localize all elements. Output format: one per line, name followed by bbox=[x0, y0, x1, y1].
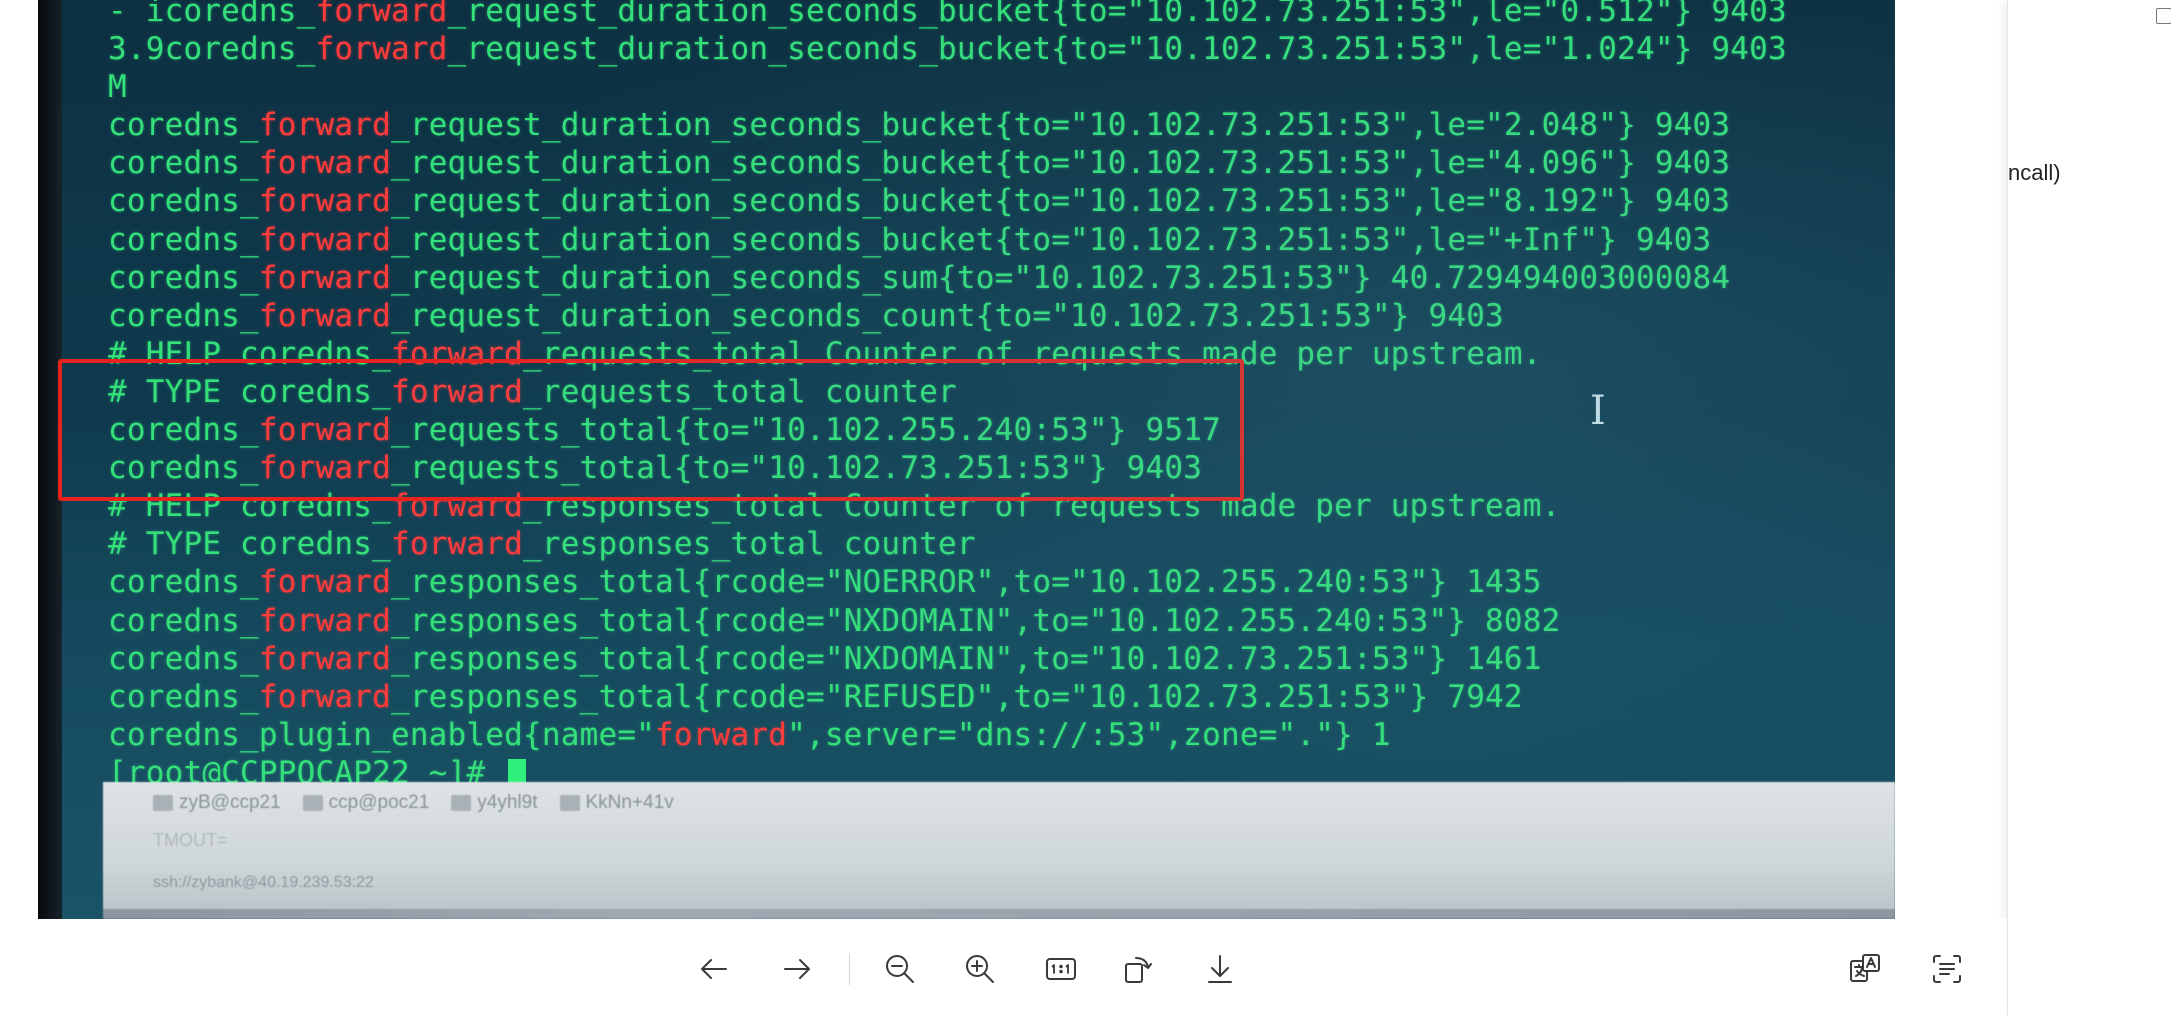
search-highlight: forward bbox=[258, 297, 391, 334]
forward-button[interactable] bbox=[775, 947, 819, 991]
screenshot-photo: - icoredns_forward_request_duration_seco… bbox=[38, 0, 1895, 919]
terminal-text: _request_duration_seconds_sum{to="10.102… bbox=[390, 259, 1731, 296]
session-tab[interactable]: zyB@ccp21 bbox=[153, 792, 281, 814]
terminal-text: coredns_ bbox=[108, 259, 259, 296]
extract-text-icon bbox=[1933, 955, 1961, 983]
terminal-text: _request_duration_seconds_bucket{to="10.… bbox=[390, 145, 1731, 182]
session-tab[interactable]: KkNn+41v bbox=[559, 792, 674, 814]
terminal-text: coredns_ bbox=[108, 564, 259, 601]
highlight-annotation-box bbox=[58, 359, 1244, 501]
search-highlight: forward bbox=[390, 526, 524, 563]
terminal-line: coredns_plugin_enabled{name="forward",se… bbox=[108, 716, 1888, 754]
side-panel-text: ncall) bbox=[2008, 160, 2061, 185]
terminal-text: coredns_ bbox=[108, 297, 259, 334]
panel-corner-icon[interactable] bbox=[2156, 8, 2171, 24]
terminal-text: 3.9coredns_ bbox=[108, 31, 316, 68]
terminal-text: - icoredns_ bbox=[108, 0, 316, 29]
search-highlight: forward bbox=[258, 145, 391, 182]
terminal-line: 3.9coredns_forward_request_duration_seco… bbox=[108, 30, 1888, 68]
terminal-text: coredns_ bbox=[108, 221, 259, 258]
terminal-text: coredns_ bbox=[108, 602, 259, 639]
zoom-out-icon bbox=[886, 955, 914, 983]
terminal-text: coredns_ bbox=[108, 183, 259, 220]
zoom-out-button[interactable] bbox=[878, 947, 922, 991]
terminal-line: coredns_forward_request_duration_seconds… bbox=[108, 106, 1888, 144]
search-highlight: forward bbox=[258, 602, 391, 639]
rotate-button[interactable] bbox=[1117, 947, 1161, 991]
search-highlight: forward bbox=[315, 0, 448, 29]
back-button[interactable] bbox=[692, 947, 736, 991]
search-highlight: forward bbox=[258, 640, 391, 677]
search-highlight: forward bbox=[258, 107, 391, 144]
translate-icon bbox=[1850, 954, 1880, 982]
terminal-line: coredns_forward_request_duration_seconds… bbox=[108, 259, 1888, 297]
terminal-client-strip: zyB@ccp21 ccp@poc21 y4yhl9t KkNn+41v TMO… bbox=[103, 782, 1895, 919]
folder-icon bbox=[153, 795, 173, 811]
terminal-text: _request_duration_seconds_bucket{to="10.… bbox=[390, 183, 1731, 220]
terminal-text: ",server="dns://:53",zone="."} 1 bbox=[787, 716, 1391, 753]
search-highlight: forward bbox=[258, 183, 391, 220]
zoom-in-button[interactable] bbox=[958, 947, 1002, 991]
zoom-in-icon bbox=[966, 955, 994, 983]
download-button[interactable] bbox=[1198, 947, 1242, 991]
terminal-line: coredns_forward_responses_total{rcode="N… bbox=[108, 563, 1888, 601]
sub-label: TMOUT= bbox=[153, 830, 228, 850]
terminal-text: _request_duration_seconds_bucket{to="10.… bbox=[447, 31, 1787, 68]
terminal-line: coredns_forward_responses_total{rcode="N… bbox=[108, 640, 1888, 678]
rotate-icon bbox=[1125, 957, 1152, 983]
search-highlight: forward bbox=[258, 221, 391, 258]
terminal-text: coredns_ bbox=[108, 145, 259, 182]
terminal-line: coredns_forward_request_duration_seconds… bbox=[108, 221, 1888, 259]
search-highlight: forward bbox=[258, 259, 391, 296]
terminal-text: _responses_total{rcode="NXDOMAIN",to="10… bbox=[390, 602, 1561, 639]
terminal-text: _request_duration_seconds_bucket{to="10.… bbox=[447, 0, 1787, 29]
download-icon bbox=[1208, 955, 1232, 983]
terminal-text: _responses_total{rcode="NXDOMAIN",to="10… bbox=[390, 640, 1542, 677]
toolbar-divider bbox=[849, 953, 850, 985]
session-tabs: zyB@ccp21 ccp@poc21 y4yhl9t KkNn+41v bbox=[153, 792, 674, 814]
terminal-text: _request_duration_seconds_bucket{to="10.… bbox=[390, 107, 1731, 144]
side-panel: ncall) bbox=[2007, 0, 2171, 1015]
session-tab[interactable]: y4yhl9t bbox=[451, 792, 538, 814]
terminal-text: coredns_ bbox=[108, 640, 259, 677]
status-bar-text: ssh://zybank@40.19.239.53:22 bbox=[153, 874, 374, 891]
terminal-text: _responses_total counter bbox=[523, 526, 976, 563]
extract-text-button[interactable] bbox=[1925, 947, 1969, 991]
terminal-text: _request_duration_seconds_count{to="10.1… bbox=[390, 297, 1504, 334]
terminal-text: _request_duration_seconds_bucket{to="10.… bbox=[390, 221, 1712, 258]
terminal-text: # TYPE coredns_ bbox=[108, 526, 391, 563]
terminal-line: coredns_forward_request_duration_seconds… bbox=[108, 297, 1888, 335]
folder-icon bbox=[559, 795, 580, 811]
terminal-line: coredns_forward_responses_total{rcode="R… bbox=[108, 678, 1888, 716]
terminal-text: M bbox=[108, 69, 127, 106]
image-viewer-toolbar bbox=[0, 919, 2007, 1015]
session-tab[interactable]: ccp@poc21 bbox=[302, 792, 429, 814]
terminal-line: M bbox=[108, 68, 1888, 106]
arrow-right-icon bbox=[784, 959, 810, 979]
terminal-line: # TYPE coredns_forward_responses_total c… bbox=[108, 525, 1888, 563]
terminal-line: - icoredns_forward_request_duration_seco… bbox=[108, 0, 1888, 30]
actual-size-button[interactable] bbox=[1039, 947, 1083, 991]
terminal-text: _responses_total{rcode="REFUSED",to="10.… bbox=[390, 678, 1523, 715]
search-highlight: forward bbox=[655, 716, 788, 753]
terminal-text: coredns_ bbox=[108, 107, 259, 144]
folder-icon bbox=[302, 795, 323, 811]
folder-icon bbox=[451, 795, 472, 811]
terminal-text: coredns_ bbox=[108, 678, 259, 715]
text-cursor-icon: I bbox=[1590, 388, 1606, 434]
translate-button[interactable] bbox=[1843, 947, 1887, 991]
terminal-line: coredns_forward_responses_total{rcode="N… bbox=[108, 602, 1888, 640]
search-highlight: forward bbox=[258, 564, 391, 601]
terminal-text: coredns_plugin_enabled{name=" bbox=[108, 716, 656, 753]
taskbar bbox=[103, 909, 1895, 919]
arrow-left-icon bbox=[701, 959, 727, 979]
terminal-text: _responses_total{rcode="NOERROR",to="10.… bbox=[390, 564, 1542, 601]
terminal-line: coredns_forward_request_duration_seconds… bbox=[108, 182, 1888, 220]
search-highlight: forward bbox=[258, 678, 391, 715]
one-to-one-icon bbox=[1046, 958, 1076, 980]
search-highlight: forward bbox=[315, 31, 448, 68]
terminal-line: coredns_forward_request_duration_seconds… bbox=[108, 144, 1888, 182]
